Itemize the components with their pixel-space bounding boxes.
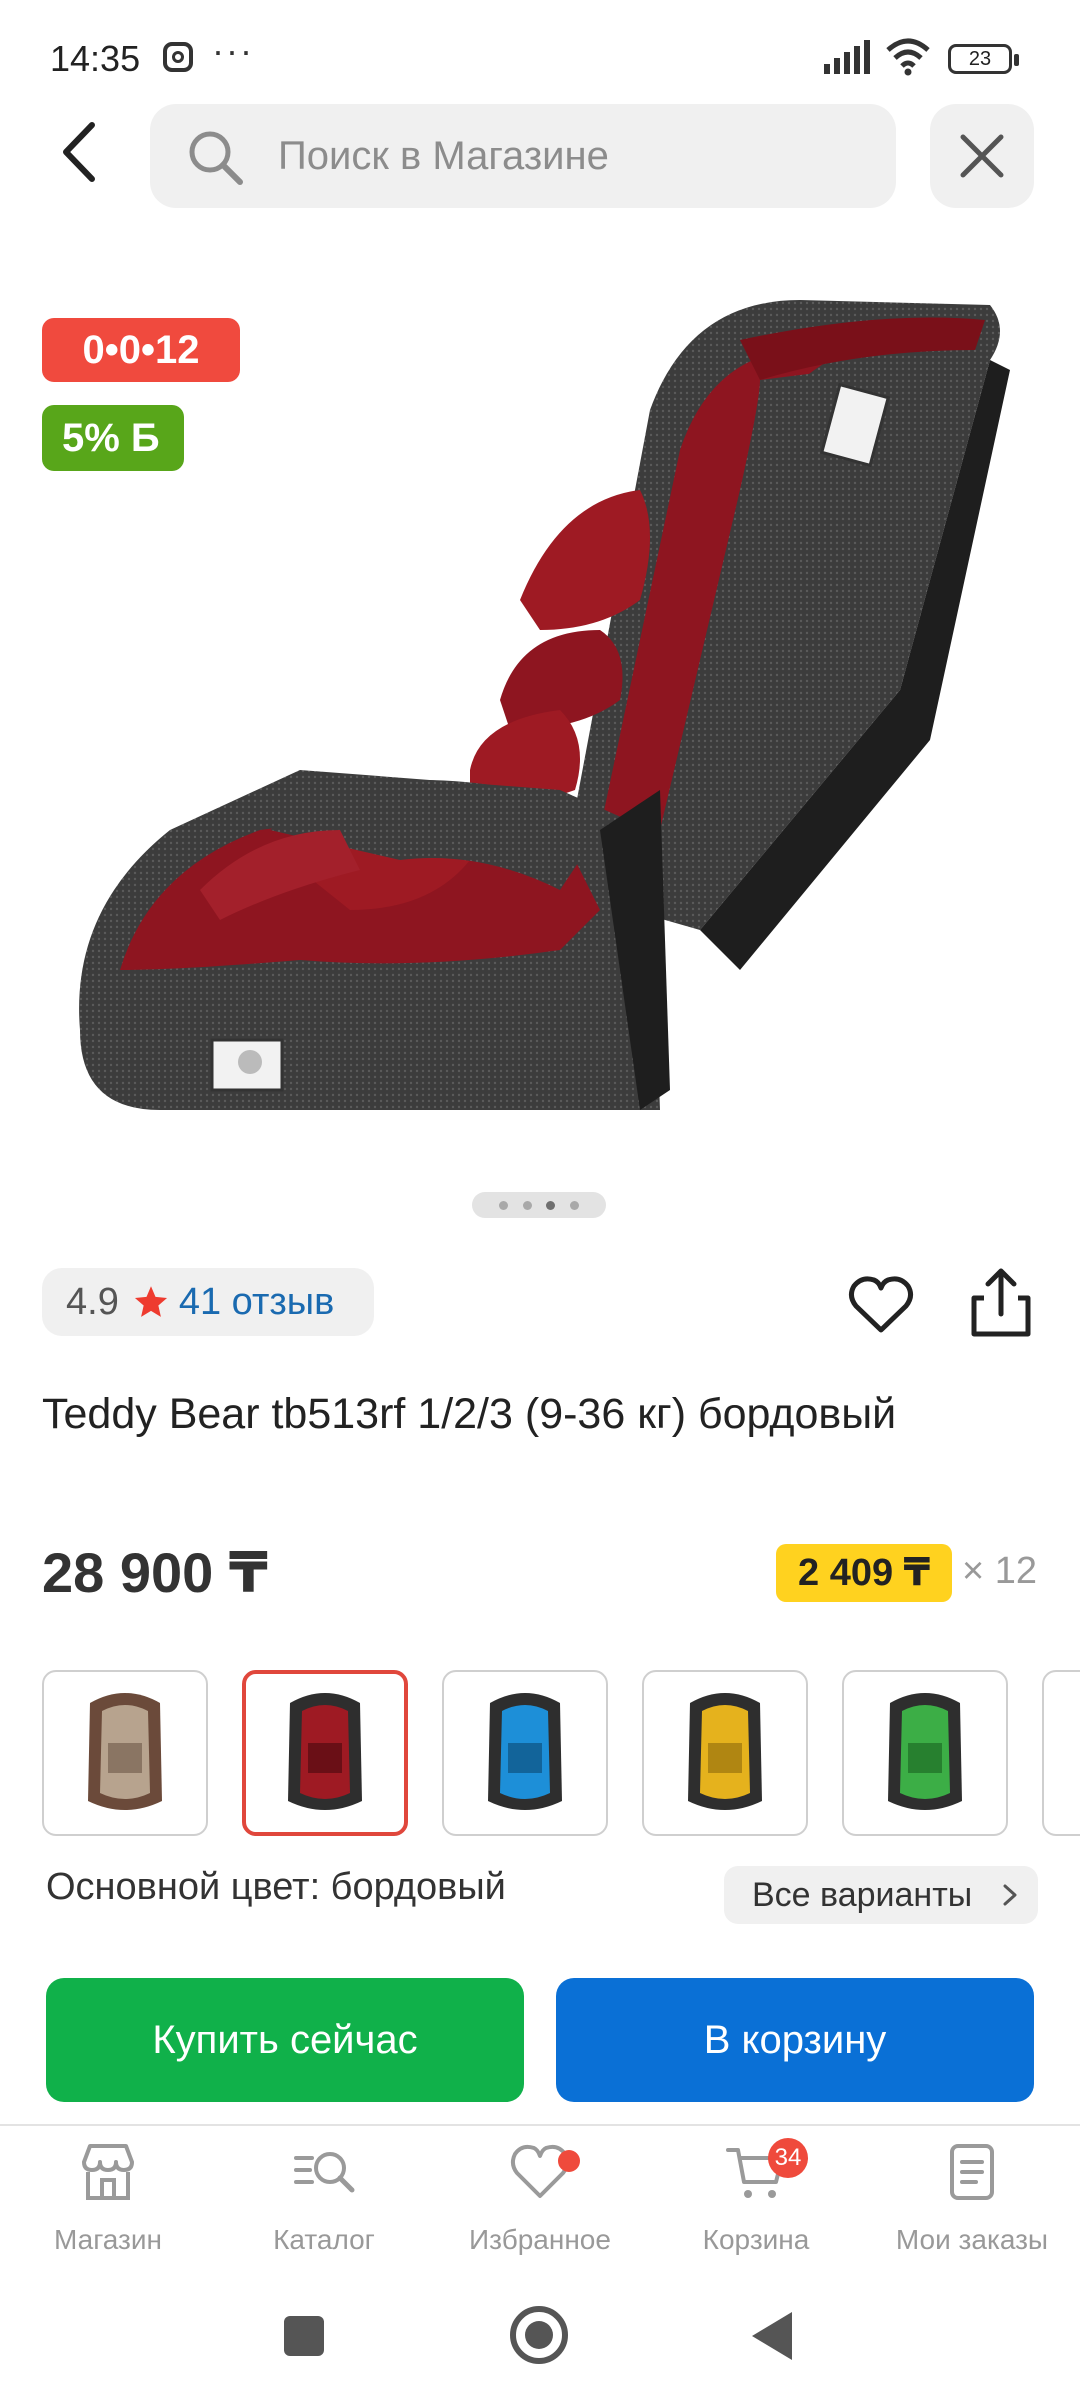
nav-item-cart[interactable]: 34 Корзина	[656, 2138, 856, 2270]
nav-label: Корзина	[702, 2224, 810, 2255]
color-variants	[42, 1670, 1080, 1840]
status-bar: 14:35 ··· 23	[0, 0, 1080, 120]
pager-dot	[498, 1200, 508, 1210]
rating-reviews-chip[interactable]: 4.9 41 отзыв	[42, 1268, 374, 1336]
car-seat-thumbnail	[88, 1693, 162, 1810]
battery-icon: 23	[948, 44, 1019, 74]
signal-icon	[824, 40, 870, 74]
image-pager	[472, 1192, 606, 1218]
pager-dot-active	[546, 1200, 556, 1210]
nav-item-orders[interactable]: Мои заказы	[872, 2140, 1072, 2270]
main-color-label: Основной цвет: бордовый	[46, 1866, 506, 1908]
variant-more[interactable]	[1042, 1670, 1080, 1836]
recents-button[interactable]	[284, 2316, 324, 2356]
home-button[interactable]	[510, 2306, 568, 2364]
all-variants-label: Все варианты	[752, 1876, 973, 1914]
instagram-icon	[163, 42, 193, 72]
orders-icon	[950, 2144, 994, 2200]
variant-beige[interactable]	[42, 1670, 208, 1836]
car-seat-thumbnail	[888, 1693, 962, 1810]
chevron-right-icon	[1003, 1884, 1017, 1906]
more-notifications-icon: ···	[212, 30, 254, 71]
installment-price[interactable]: 2 409 ₸	[776, 1544, 953, 1602]
heart-icon[interactable]	[846, 1270, 916, 1340]
catalog-search-icon	[294, 2152, 355, 2193]
reviews-link: 41 отзыв	[178, 1280, 335, 1323]
add-to-cart-button[interactable]: В корзину	[556, 1978, 1034, 2102]
back-button[interactable]	[48, 112, 108, 192]
chevron-left-icon	[63, 122, 95, 182]
favorites-dot-badge	[558, 2150, 580, 2172]
system-nav-bar	[0, 2278, 1080, 2400]
search-placeholder: Поиск в Магазине	[278, 134, 609, 178]
car-seat-thumbnail	[488, 1693, 562, 1810]
wifi-icon	[886, 38, 930, 76]
car-seat-thumbnail	[288, 1693, 362, 1810]
search-input[interactable]: Поиск в Магазине	[150, 104, 896, 208]
installment-months: × 12	[962, 1550, 1038, 1592]
variant-bordeaux[interactable]	[242, 1670, 408, 1836]
nav-label: Избранное	[469, 2224, 611, 2255]
search-icon	[189, 131, 243, 185]
pager-dot	[570, 1200, 580, 1210]
nav-item-catalog[interactable]: Каталог	[224, 2140, 424, 2270]
nav-label: Магазин	[53, 2224, 162, 2255]
cart-count-badge: 34	[768, 2138, 808, 2178]
nav-label: Каталог	[273, 2224, 375, 2255]
variant-yellow[interactable]	[642, 1670, 808, 1836]
installment-badge: 0•0•12	[42, 318, 240, 382]
bottom-nav: Магазин Каталог Избранное 34 Корзина Мои…	[0, 2124, 1080, 2274]
all-variants-button[interactable]: Все варианты	[724, 1866, 1038, 1924]
close-icon	[960, 134, 1004, 178]
clear-search-button[interactable]	[930, 104, 1034, 208]
share-icon[interactable]	[966, 1266, 1036, 1340]
nav-item-store[interactable]: Магазин	[8, 2140, 208, 2270]
store-icon	[82, 2144, 134, 2200]
bonus-badge: 5% Б	[42, 405, 184, 471]
rating-value: 4.9	[66, 1280, 119, 1323]
nav-label: Мои заказы	[895, 2224, 1049, 2255]
heart-icon	[510, 2144, 570, 2198]
system-back-button[interactable]	[752, 2312, 792, 2360]
pager-dot	[522, 1200, 532, 1210]
variant-green[interactable]	[842, 1670, 1008, 1836]
nav-item-favorites[interactable]: Избранное	[440, 2140, 640, 2270]
star-icon	[134, 1286, 167, 1317]
variant-blue[interactable]	[442, 1670, 608, 1836]
product-price: 28 900 ₸	[42, 1541, 268, 1604]
product-title: Teddy Bear tb513rf 1/2/3 (9-36 кг) бордо…	[42, 1390, 897, 1438]
status-time: 14:35	[50, 38, 141, 79]
car-seat-thumbnail	[688, 1693, 762, 1810]
buy-now-button[interactable]: Купить сейчас	[46, 1978, 524, 2102]
